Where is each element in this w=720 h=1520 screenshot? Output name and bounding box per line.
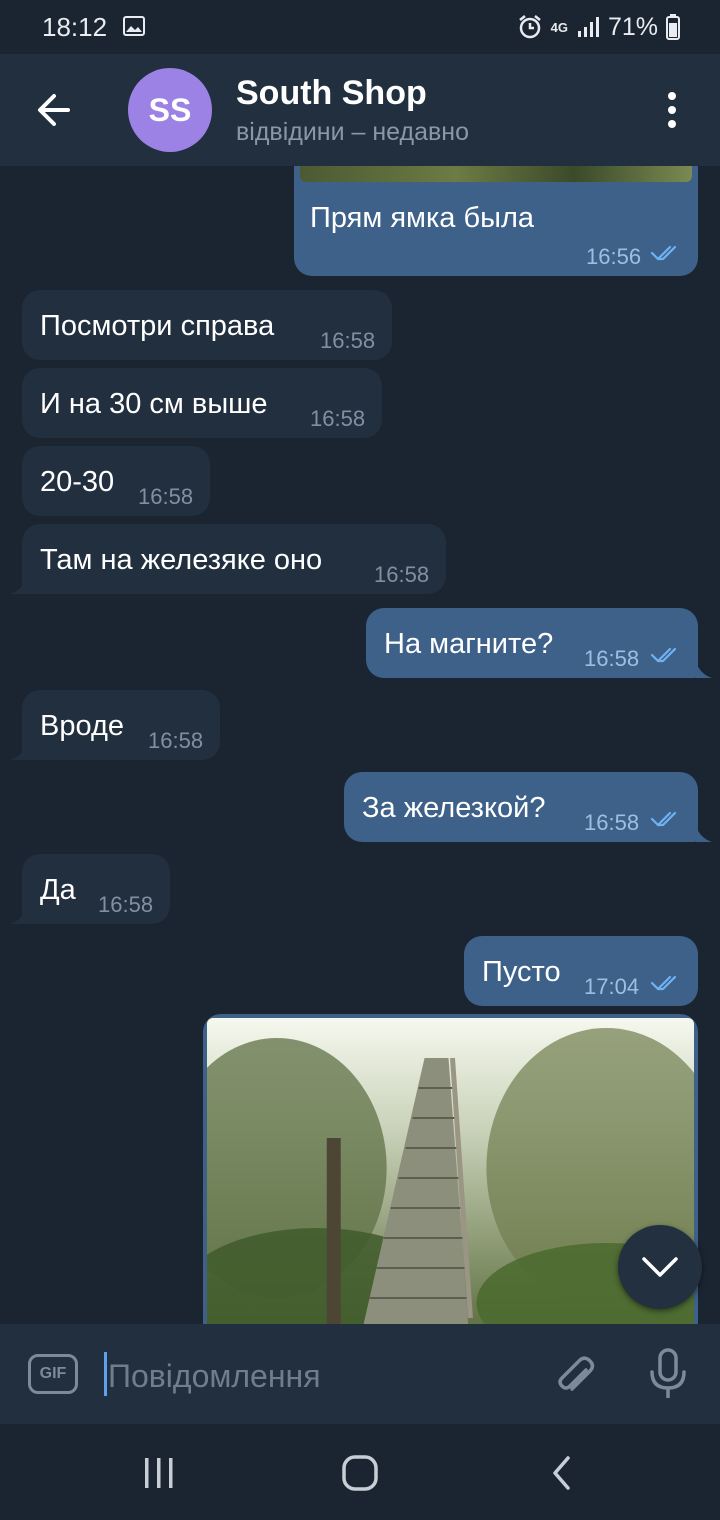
message-text: Прям ямка была xyxy=(310,202,534,234)
back-arrow-icon[interactable] xyxy=(32,88,76,132)
alarm-icon xyxy=(518,15,541,39)
message-composer: GIF Повідомлення xyxy=(0,1324,720,1424)
message-bubble-outgoing[interactable]: Прям ямка была 16:56 xyxy=(294,166,698,276)
network-type: 4G xyxy=(550,19,568,35)
microphone-icon[interactable] xyxy=(648,1348,688,1402)
message-time: 16:58 xyxy=(320,328,376,353)
bubble-tail xyxy=(10,578,26,594)
double-check-icon xyxy=(650,647,677,663)
message-input[interactable]: Повідомлення xyxy=(108,1358,321,1395)
message-bubble-incoming[interactable]: Там на железяке оно 16:58 xyxy=(22,524,446,594)
message-time: 16:58 xyxy=(310,406,366,431)
message-bubble-incoming[interactable]: Посмотри справа 16:58 xyxy=(22,290,392,360)
message-bubble-incoming[interactable]: Да 16:58 xyxy=(22,854,170,924)
avatar[interactable]: SS xyxy=(128,68,212,152)
scroll-down-button[interactable] xyxy=(618,1225,702,1309)
double-check-icon xyxy=(650,811,677,827)
message-text: Да xyxy=(40,874,76,906)
message-list[interactable]: Прям ямка была 16:56 Посмотри справа 16:… xyxy=(0,166,720,1324)
message-bubble-incoming[interactable]: 20-30 16:58 xyxy=(22,446,210,516)
gallery-icon xyxy=(123,16,145,36)
chat-title[interactable]: South Shop xyxy=(236,74,427,113)
message-time: 16:58 xyxy=(138,484,194,509)
message-text: На магните? xyxy=(384,628,554,660)
nav-back-icon[interactable] xyxy=(550,1455,574,1491)
bubble-tail xyxy=(10,908,26,924)
home-icon[interactable] xyxy=(341,1454,379,1492)
recents-icon[interactable] xyxy=(141,1456,177,1490)
battery-icon xyxy=(666,14,680,40)
message-time: 16:58 xyxy=(374,562,430,587)
message-text: Посмотри справа xyxy=(40,310,275,342)
message-photo[interactable] xyxy=(300,166,692,182)
message-time: 16:56 xyxy=(586,244,642,269)
bubble-tail xyxy=(696,662,712,678)
bubble-tail xyxy=(10,744,26,760)
bubble-tail xyxy=(696,826,712,842)
message-time: 16:58 xyxy=(584,646,640,671)
message-text: За железкой? xyxy=(362,792,546,824)
status-bar: 18:12 4G 71% xyxy=(0,0,720,54)
message-bubble-incoming[interactable]: И на 30 см выше 16:58 xyxy=(22,368,382,438)
chat-header: SS South Shop відвідини – недавно xyxy=(0,54,720,166)
message-text: Там на железяке оно xyxy=(40,544,323,576)
gif-button[interactable]: GIF xyxy=(28,1354,78,1394)
more-vertical-icon[interactable] xyxy=(654,90,690,130)
battery-level: 71% xyxy=(607,12,658,41)
message-bubble-outgoing[interactable]: Пусто 17:04 xyxy=(464,936,698,1006)
system-nav-bar xyxy=(0,1424,720,1520)
message-text: И на 30 см выше xyxy=(40,388,268,420)
chat-status: відвідини – недавно xyxy=(236,118,470,146)
message-time: 16:58 xyxy=(148,728,204,753)
message-bubble-outgoing[interactable]: За железкой? 16:58 xyxy=(344,772,698,842)
message-bubble-incoming[interactable]: Вроде 16:58 xyxy=(22,690,220,760)
double-check-icon xyxy=(650,975,677,991)
status-time: 18:12 xyxy=(42,12,108,42)
text-caret xyxy=(104,1352,107,1396)
message-time: 16:58 xyxy=(584,810,640,835)
message-text: 20-30 xyxy=(40,466,115,498)
message-bubble-outgoing[interactable]: На магните? 16:58 xyxy=(366,608,698,678)
message-time: 16:58 xyxy=(98,892,154,917)
chevron-down-icon xyxy=(642,1257,678,1277)
message-time: 17:04 xyxy=(584,974,640,999)
signal-icon xyxy=(577,17,599,37)
message-text: Пусто xyxy=(482,956,561,988)
paperclip-icon[interactable] xyxy=(552,1350,600,1398)
double-check-icon xyxy=(650,245,677,261)
message-text: Вроде xyxy=(40,710,125,742)
